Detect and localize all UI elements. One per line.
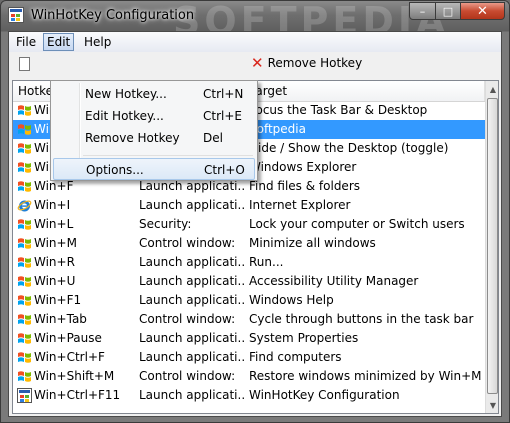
menu-item-options[interactable]: Options... Ctrl+O [53,158,255,180]
windows-flag-icon [17,236,32,251]
windows-flag-icon [17,255,32,270]
target-cell: Internet Explorer [249,198,351,212]
type-cell: Control window: [139,369,236,383]
type-cell: Control window: [139,312,236,326]
target-cell: Minimize all windows [249,236,376,250]
vertical-scrollbar[interactable]: ▲ ▼ [485,81,498,413]
hotkey-cell: Win+R [34,255,75,269]
internet-explorer-icon [17,198,32,213]
hotkey-cell: Win+L [34,217,74,231]
target-cell: Cycle through buttons in the task bar [249,312,474,326]
menu-item-remove-hotkey[interactable]: Remove Hotkey Del [53,127,255,149]
windows-flag-icon [17,179,32,194]
windows-flag-icon [17,103,32,118]
menu-edit[interactable]: Edit [43,33,75,51]
target-cell: Run... [249,255,284,269]
table-row[interactable]: Win+Ctrl+F11 Launch applicati... WinHotKey… [13,386,485,405]
minimize-icon: – [419,4,426,18]
hotkey-cell: Win+I [34,198,71,212]
scroll-up-icon[interactable]: ▲ [487,81,498,97]
table-row[interactable]: Win+F1 Launch applicati... Windows Help [13,291,485,310]
remove-hotkey-label: Remove Hotkey [267,56,363,70]
windows-flag-icon [17,217,32,232]
target-cell: Find files & folders [249,179,360,193]
hotkey-cell: Win+Pause [34,331,102,345]
scroll-thumb[interactable] [487,98,498,394]
target-cell: Focus the Task Bar & Desktop [249,103,428,117]
target-cell: Accessibility Utility Manager [249,274,419,288]
hotkey-cell: Win+U [34,274,76,288]
table-row[interactable]: Win+M Control window: Minimize all windows [13,234,485,253]
windows-flag-icon [17,141,32,156]
type-cell: Launch applicati... [139,274,245,288]
menu-item-new-hotkey[interactable]: New Hotkey... Ctrl+N [53,83,255,105]
target-cell: System Properties [249,331,359,345]
windows-flag-icon [17,350,32,365]
type-cell: Launch applicati... [139,198,245,212]
table-row[interactable]: Win+U Launch applicati... Accessibility Ut… [13,272,485,291]
table-row[interactable]: Win+R Launch applicati... Run... [13,253,485,272]
target-cell: WinHotKey Configuration [249,388,400,402]
edit-menu-dropdown: New Hotkey... Ctrl+N Edit Hotkey... Ctrl… [50,80,258,181]
winhotkey-app-icon [8,7,24,23]
type-cell: Launch applicati... [139,388,245,402]
column-header-target[interactable]: Target [245,81,485,101]
type-cell: Security: [139,217,192,231]
client-area: File Edit Help ✕ Remove Hotkey Hotkey Ta… [8,31,502,417]
target-cell: Lock your computer or Switch users [249,217,465,231]
maximize-icon: □ [442,4,454,18]
remove-hotkey-button[interactable]: ✕ Remove Hotkey [251,54,363,72]
toolbar: ✕ Remove Hotkey [9,52,501,78]
menu-separator [83,155,253,156]
remove-x-icon: ✕ [251,54,264,72]
hotkey-cell: Win+F1 [34,293,82,307]
target-cell: Softpedia [249,122,306,136]
table-row[interactable]: Win+L Security: Lock your computer or Swit… [13,215,485,234]
title-bar[interactable]: SOFTPEDIA WinHotKey Configuration – □ ✕ [1,0,509,43]
maximize-button[interactable]: □ [435,2,461,20]
type-cell: Control window: [139,236,236,250]
target-cell: Windows Explorer [249,160,357,174]
close-icon: ✕ [477,3,488,19]
windows-flag-icon [17,293,32,308]
windows-flag-icon [17,160,32,175]
target-cell: Find computers [249,350,342,364]
type-cell: Launch applicati... [139,255,245,269]
menu-file[interactable]: File [12,34,40,50]
type-cell: Launch applicati... [139,293,245,307]
table-row[interactable]: Win+Ctrl+F Launch applicati... Find comput… [13,348,485,367]
app-window: SOFTPEDIA WinHotKey Configuration – □ ✕ … [0,0,510,423]
windows-flag-icon [17,274,32,289]
table-row[interactable]: Win+Tab Control window: Cycle through butt… [13,310,485,329]
new-document-icon[interactable] [19,57,30,71]
menu-bar: File Edit Help [9,32,501,52]
hotkey-cell: Win+Ctrl+F11 [34,388,121,402]
hotkey-cell: Win+Ctrl+F [34,350,105,364]
minimize-button[interactable]: – [409,2,436,20]
menu-item-edit-hotkey[interactable]: Edit Hotkey... Ctrl+E [53,105,255,127]
windows-flag-icon [17,312,32,327]
target-cell: Restore windows minimized by Win+M [249,369,482,383]
scroll-down-icon[interactable]: ▼ [487,397,498,413]
table-row[interactable]: Win+I Launch applicati... Internet Explore… [13,196,485,215]
windows-flag-icon [17,369,32,384]
hotkey-cell: Win+Tab [34,312,87,326]
type-cell: Launch applicati... [139,331,245,345]
table-row[interactable]: Win+Shift+M Control window: Restore window… [13,367,485,386]
windows-flag-icon [17,331,32,346]
type-cell: Launch applicati... [139,350,245,364]
close-button[interactable]: ✕ [460,2,505,20]
window-title: WinHotKey Configuration [31,8,195,23]
hotkey-cell: Win+Shift+M [34,369,115,383]
windows-flag-icon [17,122,32,137]
target-cell: Hide / Show the Desktop (toggle) [249,141,449,155]
winhotkey-app-icon [17,388,32,403]
target-cell: Windows Help [249,293,334,307]
table-row[interactable]: Win+Pause Launch applicati... System Prope… [13,329,485,348]
menu-help[interactable]: Help [80,34,115,50]
hotkey-cell: Win+M [34,236,77,250]
